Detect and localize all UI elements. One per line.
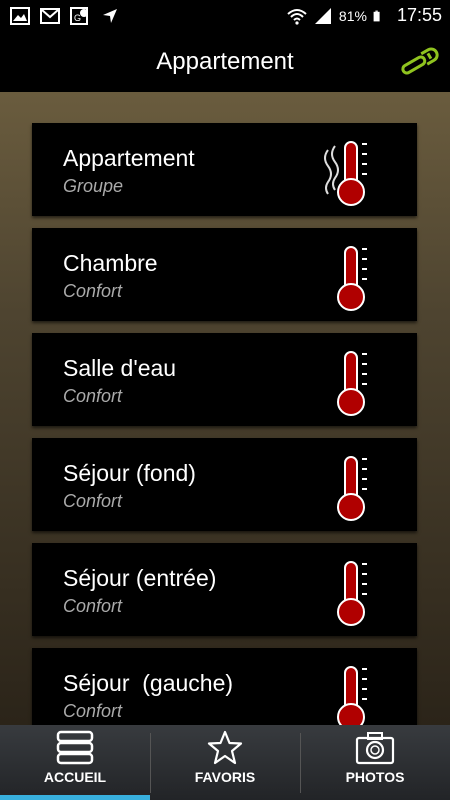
room-mode: Confort xyxy=(63,701,123,721)
status-bar: G 81% 17:55 xyxy=(0,0,450,32)
tab-accueil[interactable]: ACCUEIL xyxy=(0,725,150,800)
wifi-icon xyxy=(287,8,307,25)
room-name: Séjour (gauche) xyxy=(63,670,234,696)
tab-photos[interactable]: PHOTOS xyxy=(300,725,450,800)
room-card[interactable]: Séjour (gauche) Confort xyxy=(32,648,417,725)
tab-label: FAVORIS xyxy=(194,769,256,785)
star-icon xyxy=(207,730,243,765)
room-name: Séjour (entrée) xyxy=(63,565,217,591)
room-name: Séjour (fond) xyxy=(63,460,196,486)
battery-icon xyxy=(373,10,380,21)
app-header: Appartement xyxy=(0,32,450,92)
gmail-icon xyxy=(40,8,60,24)
tab-favoris[interactable]: FAVORIS xyxy=(150,725,300,800)
wrench-icon[interactable] xyxy=(398,46,440,78)
thermometer-icon xyxy=(337,666,367,725)
navigation-icon xyxy=(103,9,117,23)
room-name: Appartement xyxy=(63,145,195,171)
bottom-tab-bar: ACCUEIL FAVORIS PHOTOS xyxy=(0,725,450,800)
room-name: Chambre xyxy=(63,250,158,276)
room-card[interactable]: Séjour (entrée) Confort xyxy=(32,543,417,636)
active-tab-indicator xyxy=(0,795,150,800)
thermometer-icon xyxy=(337,456,367,521)
camera-icon xyxy=(355,732,395,765)
thermometer-heat-icon xyxy=(324,141,367,206)
room-name: Salle d'eau xyxy=(63,355,177,381)
thermometer-icon xyxy=(337,351,367,416)
tab-label: ACCUEIL xyxy=(43,769,107,785)
room-mode: Groupe xyxy=(63,176,124,196)
room-mode: Confort xyxy=(63,596,123,616)
maps-icon: G xyxy=(70,7,88,25)
clock: 17:55 xyxy=(396,5,442,25)
tab-label: PHOTOS xyxy=(345,769,405,785)
thermometer-icon xyxy=(337,561,367,626)
room-card[interactable]: Salle d'eau Confort xyxy=(32,333,417,426)
signal-icon xyxy=(314,7,331,24)
battery-percent: 81% xyxy=(338,7,367,24)
room-list: Appartement Groupe Chambre Confort Salle… xyxy=(0,92,450,725)
page-title: Appartement xyxy=(156,48,294,75)
room-card[interactable]: Chambre Confort xyxy=(32,228,417,321)
thermometer-icon xyxy=(337,246,367,311)
room-card[interactable]: Séjour (fond) Confort xyxy=(32,438,417,531)
room-card[interactable]: Appartement Groupe xyxy=(32,123,417,216)
svg-text:G: G xyxy=(74,13,81,23)
room-mode: Confort xyxy=(63,491,123,511)
stack-icon xyxy=(56,730,94,765)
room-mode: Confort xyxy=(63,386,123,406)
image-icon xyxy=(10,7,30,25)
room-mode: Confort xyxy=(63,281,123,301)
